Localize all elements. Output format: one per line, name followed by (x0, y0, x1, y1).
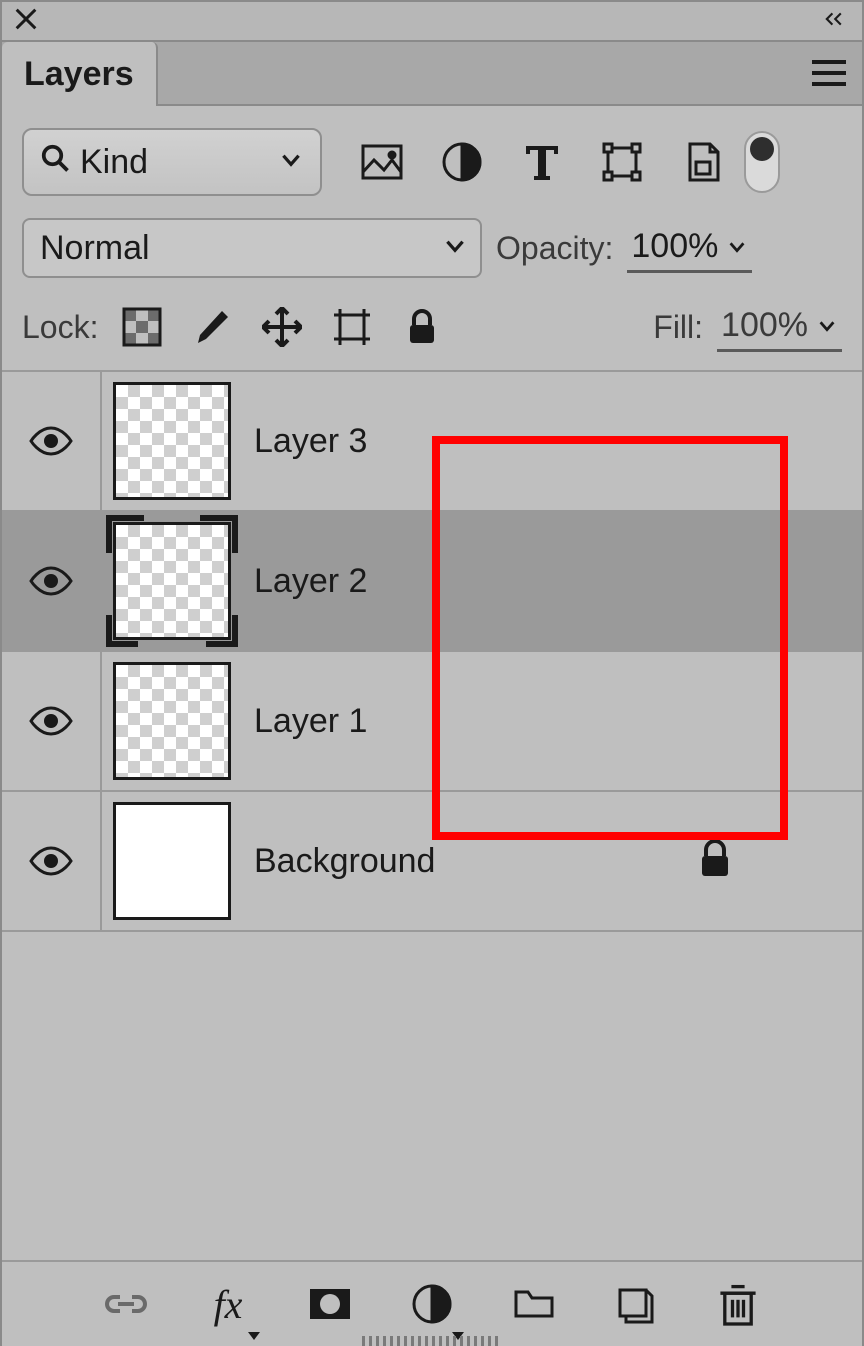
visibility-toggle[interactable] (2, 652, 102, 790)
layer-name[interactable]: Background (254, 842, 435, 881)
link-layers-icon[interactable] (104, 1282, 148, 1326)
panel-bottombar: fx (2, 1260, 862, 1346)
filter-pixel-icon[interactable] (360, 140, 404, 184)
layer-row[interactable]: Layer 3 (2, 372, 862, 512)
lock-transparency-icon[interactable] (122, 307, 162, 347)
filter-toggle[interactable] (744, 131, 780, 193)
lock-artboard-icon[interactable] (332, 307, 372, 347)
layer-name[interactable]: Layer 3 (254, 422, 367, 461)
tab-label: Layers (24, 55, 134, 94)
filter-kind-dropdown[interactable]: Kind (22, 128, 322, 196)
layer-thumbnail[interactable] (102, 522, 242, 640)
lock-icons (122, 307, 442, 347)
delete-layer-icon[interactable] (716, 1282, 760, 1326)
layers-list: Layer 3 Layer 2 Layer 1 Background (2, 370, 862, 932)
layer-group-icon[interactable] (512, 1282, 556, 1326)
layer-row[interactable]: Layer 1 (2, 652, 862, 792)
opacity-value[interactable]: 100% (627, 223, 752, 273)
eye-icon (29, 566, 73, 596)
lock-row: Lock: Fill: (2, 292, 862, 370)
visibility-toggle[interactable] (2, 792, 102, 930)
chevron-down-icon (442, 229, 468, 268)
chevron-down-icon (726, 236, 748, 258)
close-icon[interactable] (12, 5, 40, 38)
opacity-value-text: 100% (631, 227, 718, 266)
layer-style-icon[interactable]: fx (206, 1282, 250, 1326)
adjustment-layer-icon[interactable] (410, 1282, 454, 1326)
layer-thumbnail[interactable] (102, 802, 242, 920)
collapse-icon[interactable] (824, 5, 852, 38)
opacity-label: Opacity: (496, 230, 613, 267)
blend-mode-label: Normal (40, 229, 150, 268)
filter-adjustment-icon[interactable] (440, 140, 484, 184)
blend-row: Normal Opacity: 100% (2, 218, 862, 292)
visibility-toggle[interactable] (2, 372, 102, 510)
layer-name[interactable]: Layer 2 (254, 562, 367, 601)
lock-pixels-icon[interactable] (192, 307, 232, 347)
layer-row[interactable]: Background (2, 792, 862, 932)
resize-grip[interactable] (362, 1336, 502, 1346)
eye-icon (29, 426, 73, 456)
lock-label: Lock: (22, 309, 98, 346)
layer-thumbnail[interactable] (102, 382, 242, 500)
filter-smartobject-icon[interactable] (680, 140, 724, 184)
eye-icon (29, 706, 73, 736)
layer-row[interactable]: Layer 2 (2, 512, 862, 652)
layers-panel: Layers Kind (0, 0, 864, 1346)
visibility-toggle[interactable] (2, 512, 102, 650)
layer-thumbnail[interactable] (102, 662, 242, 780)
new-layer-icon[interactable] (614, 1282, 658, 1326)
panel-body: Kind (2, 106, 862, 1346)
search-icon (40, 143, 70, 182)
layers-empty-area[interactable] (2, 932, 862, 1260)
panel-tabstrip: Layers (2, 42, 862, 106)
fill-label: Fill: (653, 309, 703, 346)
lock-all-icon[interactable] (402, 307, 442, 347)
filter-icons (360, 140, 724, 184)
blend-mode-dropdown[interactable]: Normal (22, 218, 482, 278)
lock-icon[interactable] (698, 840, 732, 883)
eye-icon (29, 846, 73, 876)
layer-name[interactable]: Layer 1 (254, 702, 367, 741)
chevron-down-icon (278, 143, 304, 182)
tab-layers[interactable]: Layers (2, 42, 158, 106)
filter-shape-icon[interactable] (600, 140, 644, 184)
chevron-down-icon (816, 315, 838, 337)
layer-mask-icon[interactable] (308, 1282, 352, 1326)
fill-value[interactable]: 100% (717, 302, 842, 352)
filter-row: Kind (2, 128, 862, 218)
lock-position-icon[interactable] (262, 307, 302, 347)
fill-value-text: 100% (721, 306, 808, 345)
filter-type-icon[interactable] (520, 140, 564, 184)
panel-titlebar (2, 2, 862, 42)
flyout-menu-icon[interactable] (810, 58, 848, 93)
filter-kind-label: Kind (80, 143, 148, 182)
